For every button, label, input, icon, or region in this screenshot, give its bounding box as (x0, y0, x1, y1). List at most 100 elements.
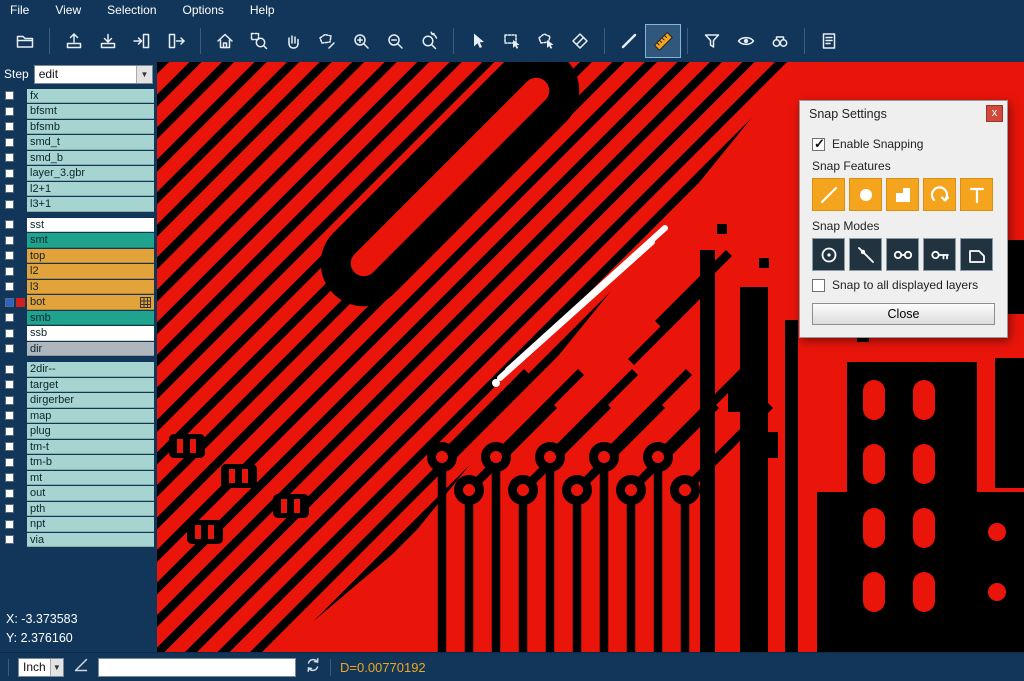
enable-snapping-checkbox[interactable] (812, 138, 825, 151)
layer-visibility-checkbox[interactable] (5, 427, 14, 436)
layer-row-layer_3[interactable]: layer_3.gbr (0, 166, 157, 182)
close-icon[interactable]: x (986, 105, 1003, 122)
angle-icon[interactable] (73, 657, 89, 678)
layer-row-2dir[interactable]: 2dir-- (0, 362, 157, 378)
snap-center-icon[interactable] (812, 238, 845, 271)
command-input[interactable] (98, 658, 296, 677)
snap-midpoint-icon[interactable] (886, 238, 919, 271)
zoom-previous-icon[interactable] (412, 25, 446, 57)
layer-visibility-checkbox[interactable] (5, 298, 14, 307)
layer-row-npt[interactable]: npt (0, 517, 157, 533)
layer-visibility-checkbox[interactable] (5, 107, 14, 116)
snap-line-icon[interactable] (812, 178, 845, 211)
menu-view[interactable]: View (55, 3, 81, 17)
layer-row-plug[interactable]: plug (0, 424, 157, 440)
layer-row-smb[interactable]: smb (0, 310, 157, 326)
eye-icon[interactable] (729, 25, 763, 57)
pan-hand-icon[interactable] (276, 25, 310, 57)
layer-row-smd_b[interactable]: smd_b (0, 150, 157, 166)
layer-row-l2plus1[interactable]: l2+1 (0, 181, 157, 197)
layer-row-via[interactable]: via (0, 532, 157, 548)
layer-row-dir[interactable]: dir (0, 341, 157, 357)
snap-text-icon[interactable] (960, 178, 993, 211)
snap-pad-shape-icon[interactable] (886, 178, 919, 211)
layer-row-out[interactable]: out (0, 486, 157, 502)
layer-row-l3[interactable]: l3 (0, 279, 157, 295)
layer-visibility-checkbox[interactable] (5, 313, 14, 322)
menu-options[interactable]: Options (183, 3, 224, 17)
layer-visibility-checkbox[interactable] (5, 365, 14, 374)
menu-file[interactable]: File (10, 3, 29, 17)
zoom-polygon-icon[interactable] (310, 25, 344, 57)
layer-visibility-checkbox[interactable] (5, 236, 14, 245)
layer-row-l2[interactable]: l2 (0, 264, 157, 280)
zoom-window-icon[interactable] (242, 25, 276, 57)
layer-row-mt[interactable]: mt (0, 470, 157, 486)
menu-help[interactable]: Help (250, 3, 275, 17)
search-icon[interactable] (763, 25, 797, 57)
export-icon[interactable] (159, 25, 193, 57)
layer-visibility-checkbox[interactable] (5, 473, 14, 482)
layer-row-bfsmt[interactable]: bfsmt (0, 104, 157, 120)
layer-visibility-checkbox[interactable] (5, 504, 14, 513)
layer-row-tm-b[interactable]: tm-b (0, 455, 157, 471)
transform-icon[interactable] (563, 25, 597, 57)
layer-visibility-checkbox[interactable] (5, 458, 14, 467)
layer-visibility-checkbox[interactable] (5, 267, 14, 276)
snap-all-layers-checkbox[interactable] (812, 279, 825, 292)
home-icon[interactable] (208, 25, 242, 57)
layer-visibility-checkbox[interactable] (5, 200, 14, 209)
layer-row-ssb[interactable]: ssb (0, 326, 157, 342)
layer-visibility-checkbox[interactable] (5, 153, 14, 162)
layer-visibility-checkbox[interactable] (5, 169, 14, 178)
layer-row-smt[interactable]: smt (0, 233, 157, 249)
layer-row-target[interactable]: target (0, 377, 157, 393)
layer-visibility-checkbox[interactable] (5, 489, 14, 498)
close-button[interactable]: Close (812, 303, 995, 325)
layer-visibility-checkbox[interactable] (5, 520, 14, 529)
download-icon[interactable] (91, 25, 125, 57)
report-icon[interactable] (812, 25, 846, 57)
layer-row-map[interactable]: map (0, 408, 157, 424)
layer-row-l3plus1[interactable]: l3+1 (0, 197, 157, 213)
draw-line-icon[interactable] (612, 25, 646, 57)
layer-visibility-checkbox[interactable] (5, 184, 14, 193)
layer-row-pth[interactable]: pth (0, 501, 157, 517)
snap-point-on-line-icon[interactable] (849, 238, 882, 271)
zoom-in-icon[interactable] (344, 25, 378, 57)
layer-visibility-checkbox[interactable] (5, 91, 14, 100)
refresh-icon[interactable] (305, 657, 321, 678)
snap-contour-icon[interactable] (960, 238, 993, 271)
layer-row-fx[interactable]: fx (0, 88, 157, 104)
layer-visibility-checkbox[interactable] (5, 344, 14, 353)
select-polygon-icon[interactable] (529, 25, 563, 57)
layer-visibility-checkbox[interactable] (5, 442, 14, 451)
layer-visibility-checkbox[interactable] (5, 220, 14, 229)
upload-icon[interactable] (57, 25, 91, 57)
layer-visibility-checkbox[interactable] (5, 411, 14, 420)
zoom-out-icon[interactable] (378, 25, 412, 57)
snap-arc-icon[interactable] (923, 178, 956, 211)
menu-selection[interactable]: Selection (107, 3, 156, 17)
snap-key-point-icon[interactable] (923, 238, 956, 271)
layer-visibility-checkbox[interactable] (5, 380, 14, 389)
layer-row-smd_t[interactable]: smd_t (0, 135, 157, 151)
select-rectangle-icon[interactable] (495, 25, 529, 57)
open-icon[interactable] (8, 25, 42, 57)
layer-visibility-checkbox[interactable] (5, 138, 14, 147)
layer-visibility-checkbox[interactable] (5, 396, 14, 405)
canvas-area[interactable]: Snap Settings x Enable Snapping Snap Fea… (157, 62, 1024, 652)
layer-row-sst[interactable]: sst (0, 217, 157, 233)
layer-row-dirgerber[interactable]: dirgerber (0, 393, 157, 409)
layer-visibility-checkbox[interactable] (5, 122, 14, 131)
layer-visibility-checkbox[interactable] (5, 329, 14, 338)
dialog-titlebar[interactable]: Snap Settings x (800, 101, 1007, 126)
import-icon[interactable] (125, 25, 159, 57)
layer-visibility-checkbox[interactable] (5, 251, 14, 260)
filter-icon[interactable] (695, 25, 729, 57)
layer-visibility-checkbox[interactable] (5, 535, 14, 544)
select-cursor-icon[interactable] (461, 25, 495, 57)
layer-visibility-checkbox[interactable] (5, 282, 14, 291)
layer-row-tm-t[interactable]: tm-t (0, 439, 157, 455)
layer-row-bfsmb[interactable]: bfsmb (0, 119, 157, 135)
